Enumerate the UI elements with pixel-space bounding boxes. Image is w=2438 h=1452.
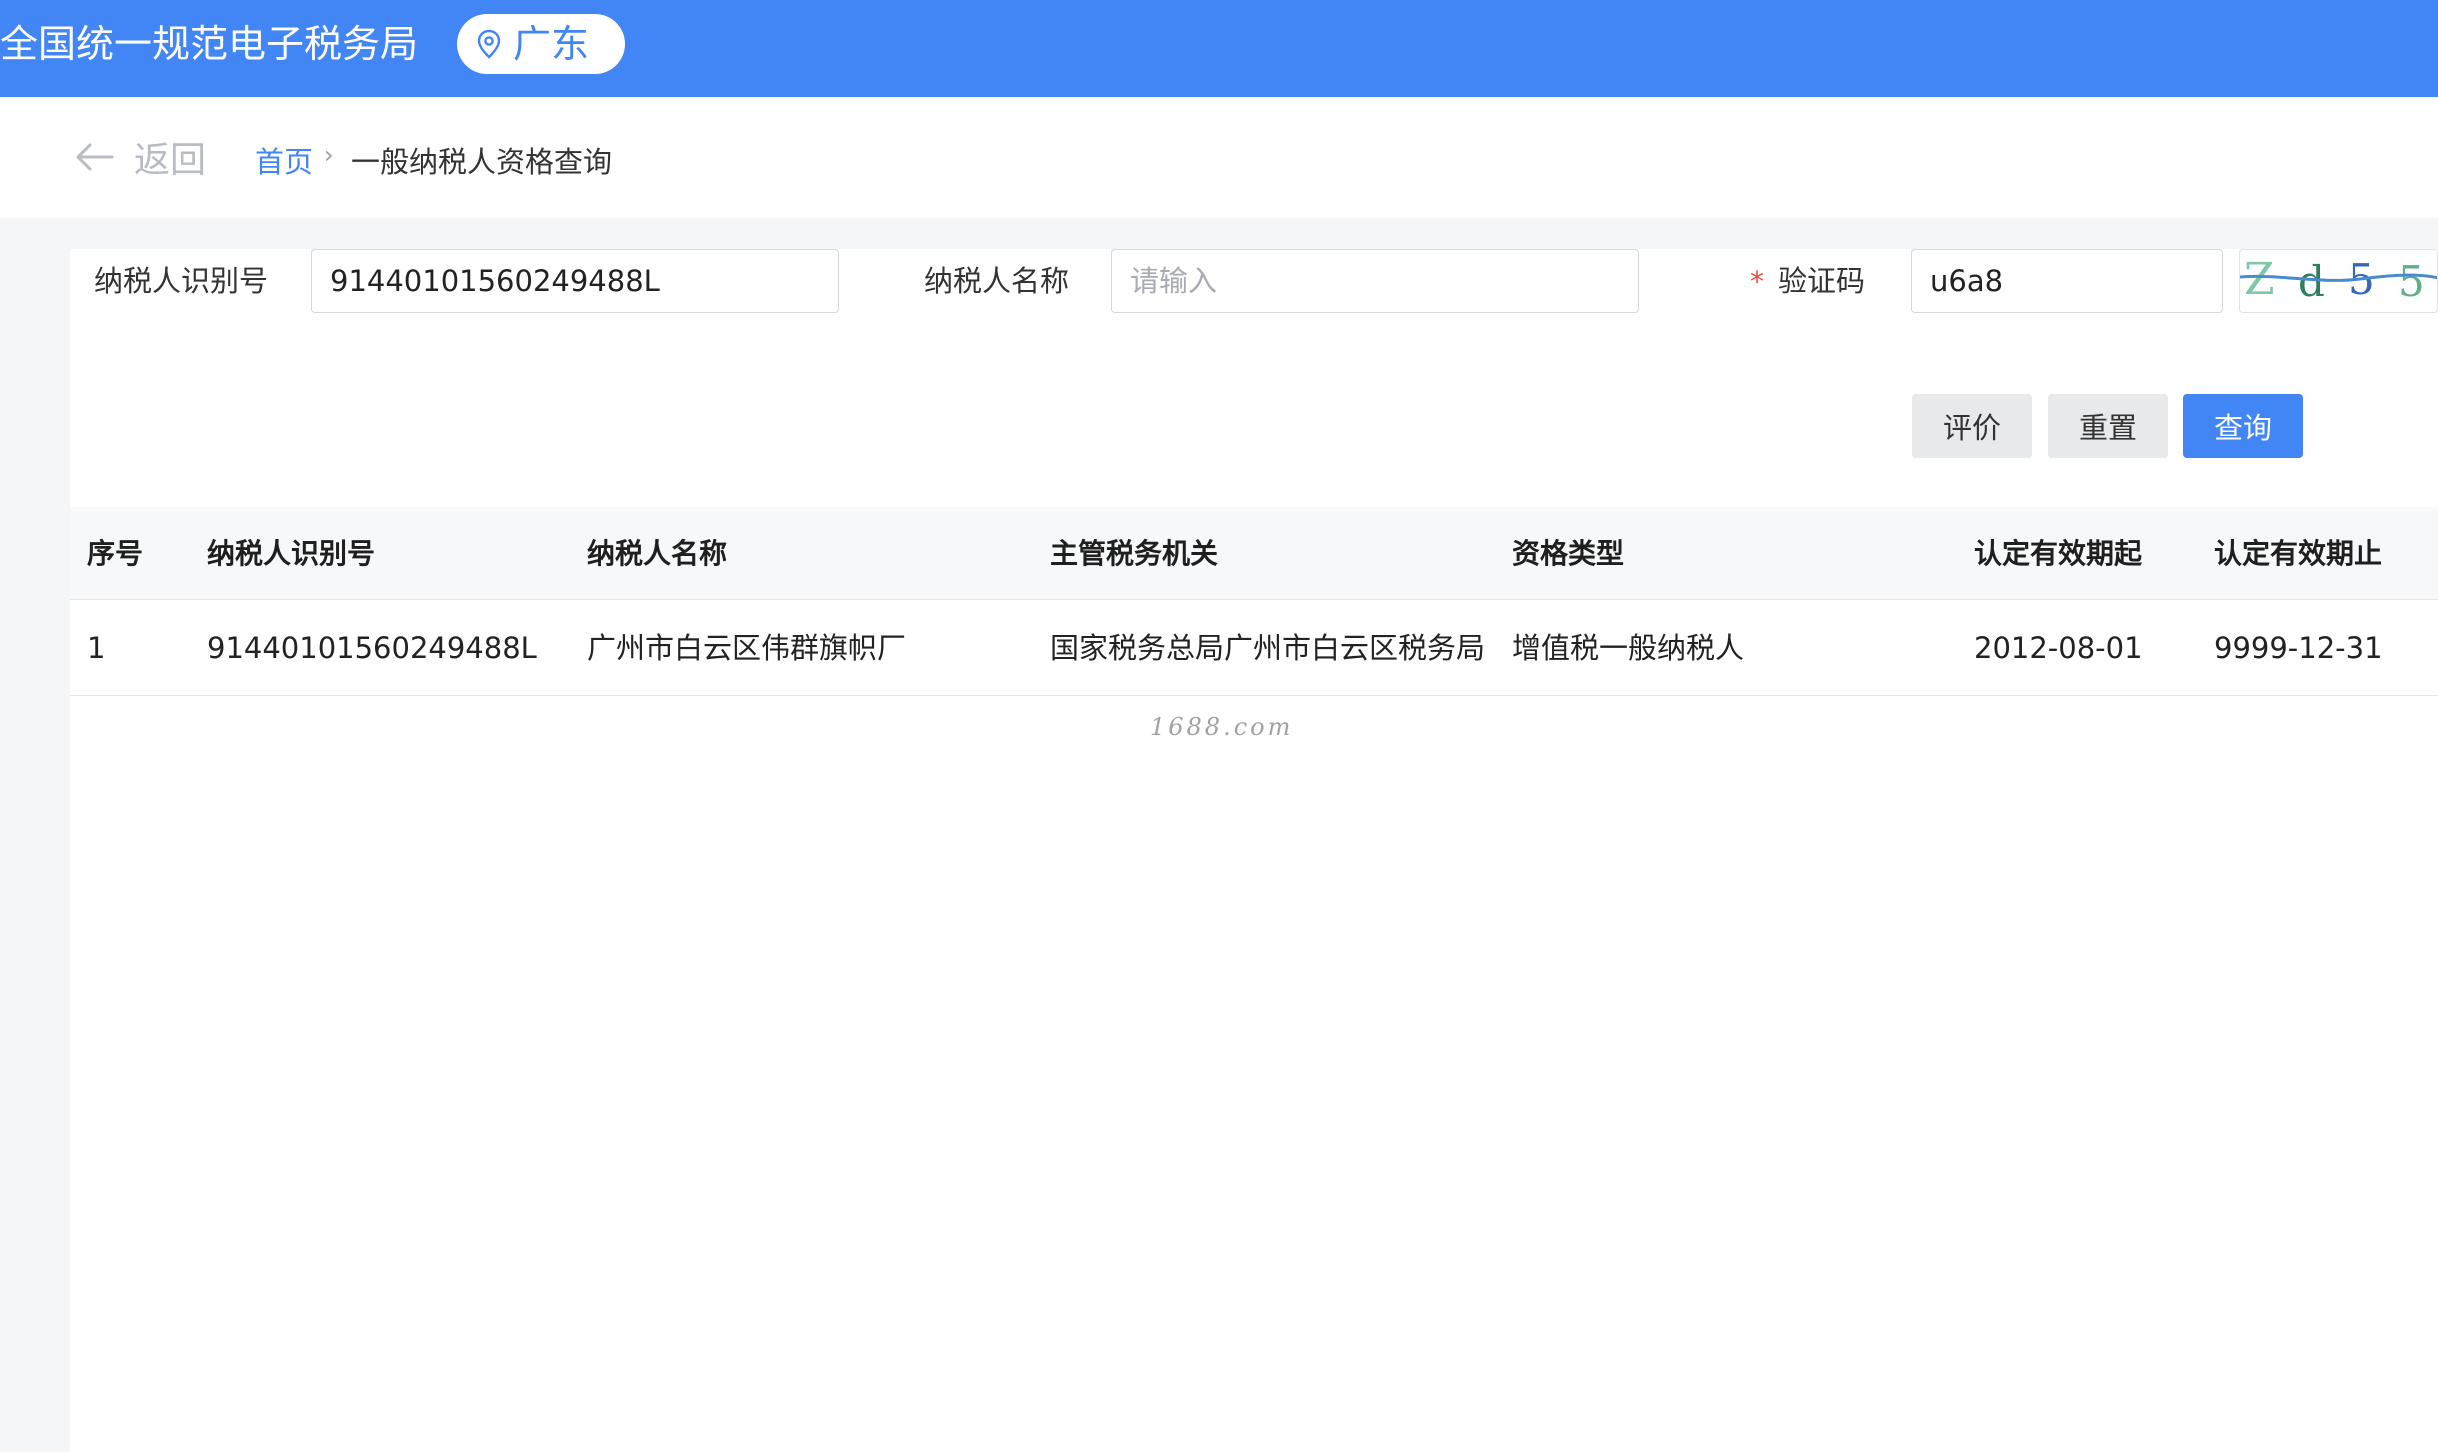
cell-valid-to: 9999-12-31 bbox=[2214, 631, 2383, 665]
table-header: 序号 纳税人识别号 纳税人名称 主管税务机关 资格类型 认定有效期起 认定有效期… bbox=[70, 507, 2438, 600]
reset-button[interactable]: 重置 bbox=[2048, 394, 2168, 458]
cell-valid-from: 2012-08-01 bbox=[1974, 631, 2143, 665]
cell-index: 1 bbox=[87, 631, 106, 665]
taxpayer-id-label: 纳税人识别号 bbox=[94, 264, 269, 298]
back-button[interactable]: 返回 bbox=[74, 135, 206, 181]
breadcrumb-separator: › bbox=[324, 141, 334, 169]
captcha-label: * 验证码 bbox=[1750, 263, 1865, 300]
site-title: 全国统一规范电子税务局 bbox=[0, 22, 419, 66]
cell-taxpayer-id: 91440101560249488L bbox=[207, 631, 537, 665]
column-header-qualification-type: 资格类型 bbox=[1512, 537, 1625, 570]
taxpayer-name-label: 纳税人名称 bbox=[924, 264, 1070, 298]
captcha-char-1: Z bbox=[2244, 254, 2275, 305]
column-header-valid-from: 认定有效期起 bbox=[1974, 537, 2143, 570]
captcha-graphic: Z d 5 5 bbox=[2240, 254, 2437, 306]
column-header-index: 序号 bbox=[87, 537, 144, 570]
back-label: 返回 bbox=[134, 140, 207, 181]
location-pin-icon bbox=[477, 29, 501, 59]
region-selector[interactable]: 广东 bbox=[457, 14, 625, 74]
table-row: 1 91440101560249488L 广州市白云区伟群旗帜厂 国家税务总局广… bbox=[70, 600, 2438, 696]
taxpayer-id-input[interactable] bbox=[311, 249, 839, 313]
cell-tax-authority: 国家税务总局广州市白云区税务局 bbox=[1050, 631, 1486, 665]
column-header-taxpayer-id: 纳税人识别号 bbox=[207, 537, 376, 570]
arrow-left-icon bbox=[76, 143, 114, 171]
required-mark: * bbox=[1750, 265, 1764, 298]
column-header-valid-to: 认定有效期止 bbox=[2214, 537, 2383, 570]
captcha-char-4: 5 bbox=[2398, 257, 2425, 306]
breadcrumb-bar: 返回 首页 › 一般纳税人资格查询 bbox=[0, 97, 2438, 218]
query-button[interactable]: 查询 bbox=[2183, 394, 2303, 458]
watermark: 1688.com bbox=[1150, 713, 1294, 741]
query-panel: 纳税人识别号 纳税人名称 * 验证码 Z d 5 5 评价 重置 查询 序号 纳税… bbox=[70, 249, 2438, 1452]
captcha-image[interactable]: Z d 5 5 bbox=[2239, 249, 2438, 313]
captcha-input[interactable] bbox=[1911, 249, 2223, 313]
region-label: 广东 bbox=[513, 22, 590, 66]
evaluate-button[interactable]: 评价 bbox=[1912, 394, 2032, 458]
breadcrumb-current: 一般纳税人资格查询 bbox=[351, 145, 613, 179]
cell-taxpayer-name: 广州市白云区伟群旗帜厂 bbox=[587, 631, 907, 665]
breadcrumb-home-link[interactable]: 首页 bbox=[255, 139, 313, 181]
top-header: 全国统一规范电子税务局 广东 bbox=[0, 0, 2438, 97]
column-header-taxpayer-name: 纳税人名称 bbox=[587, 537, 728, 570]
taxpayer-name-input[interactable] bbox=[1111, 249, 1639, 313]
column-header-tax-authority: 主管税务机关 bbox=[1050, 537, 1219, 570]
cell-qualification-type: 增值税一般纳税人 bbox=[1512, 631, 1745, 665]
captcha-label-text: 验证码 bbox=[1778, 264, 1866, 298]
